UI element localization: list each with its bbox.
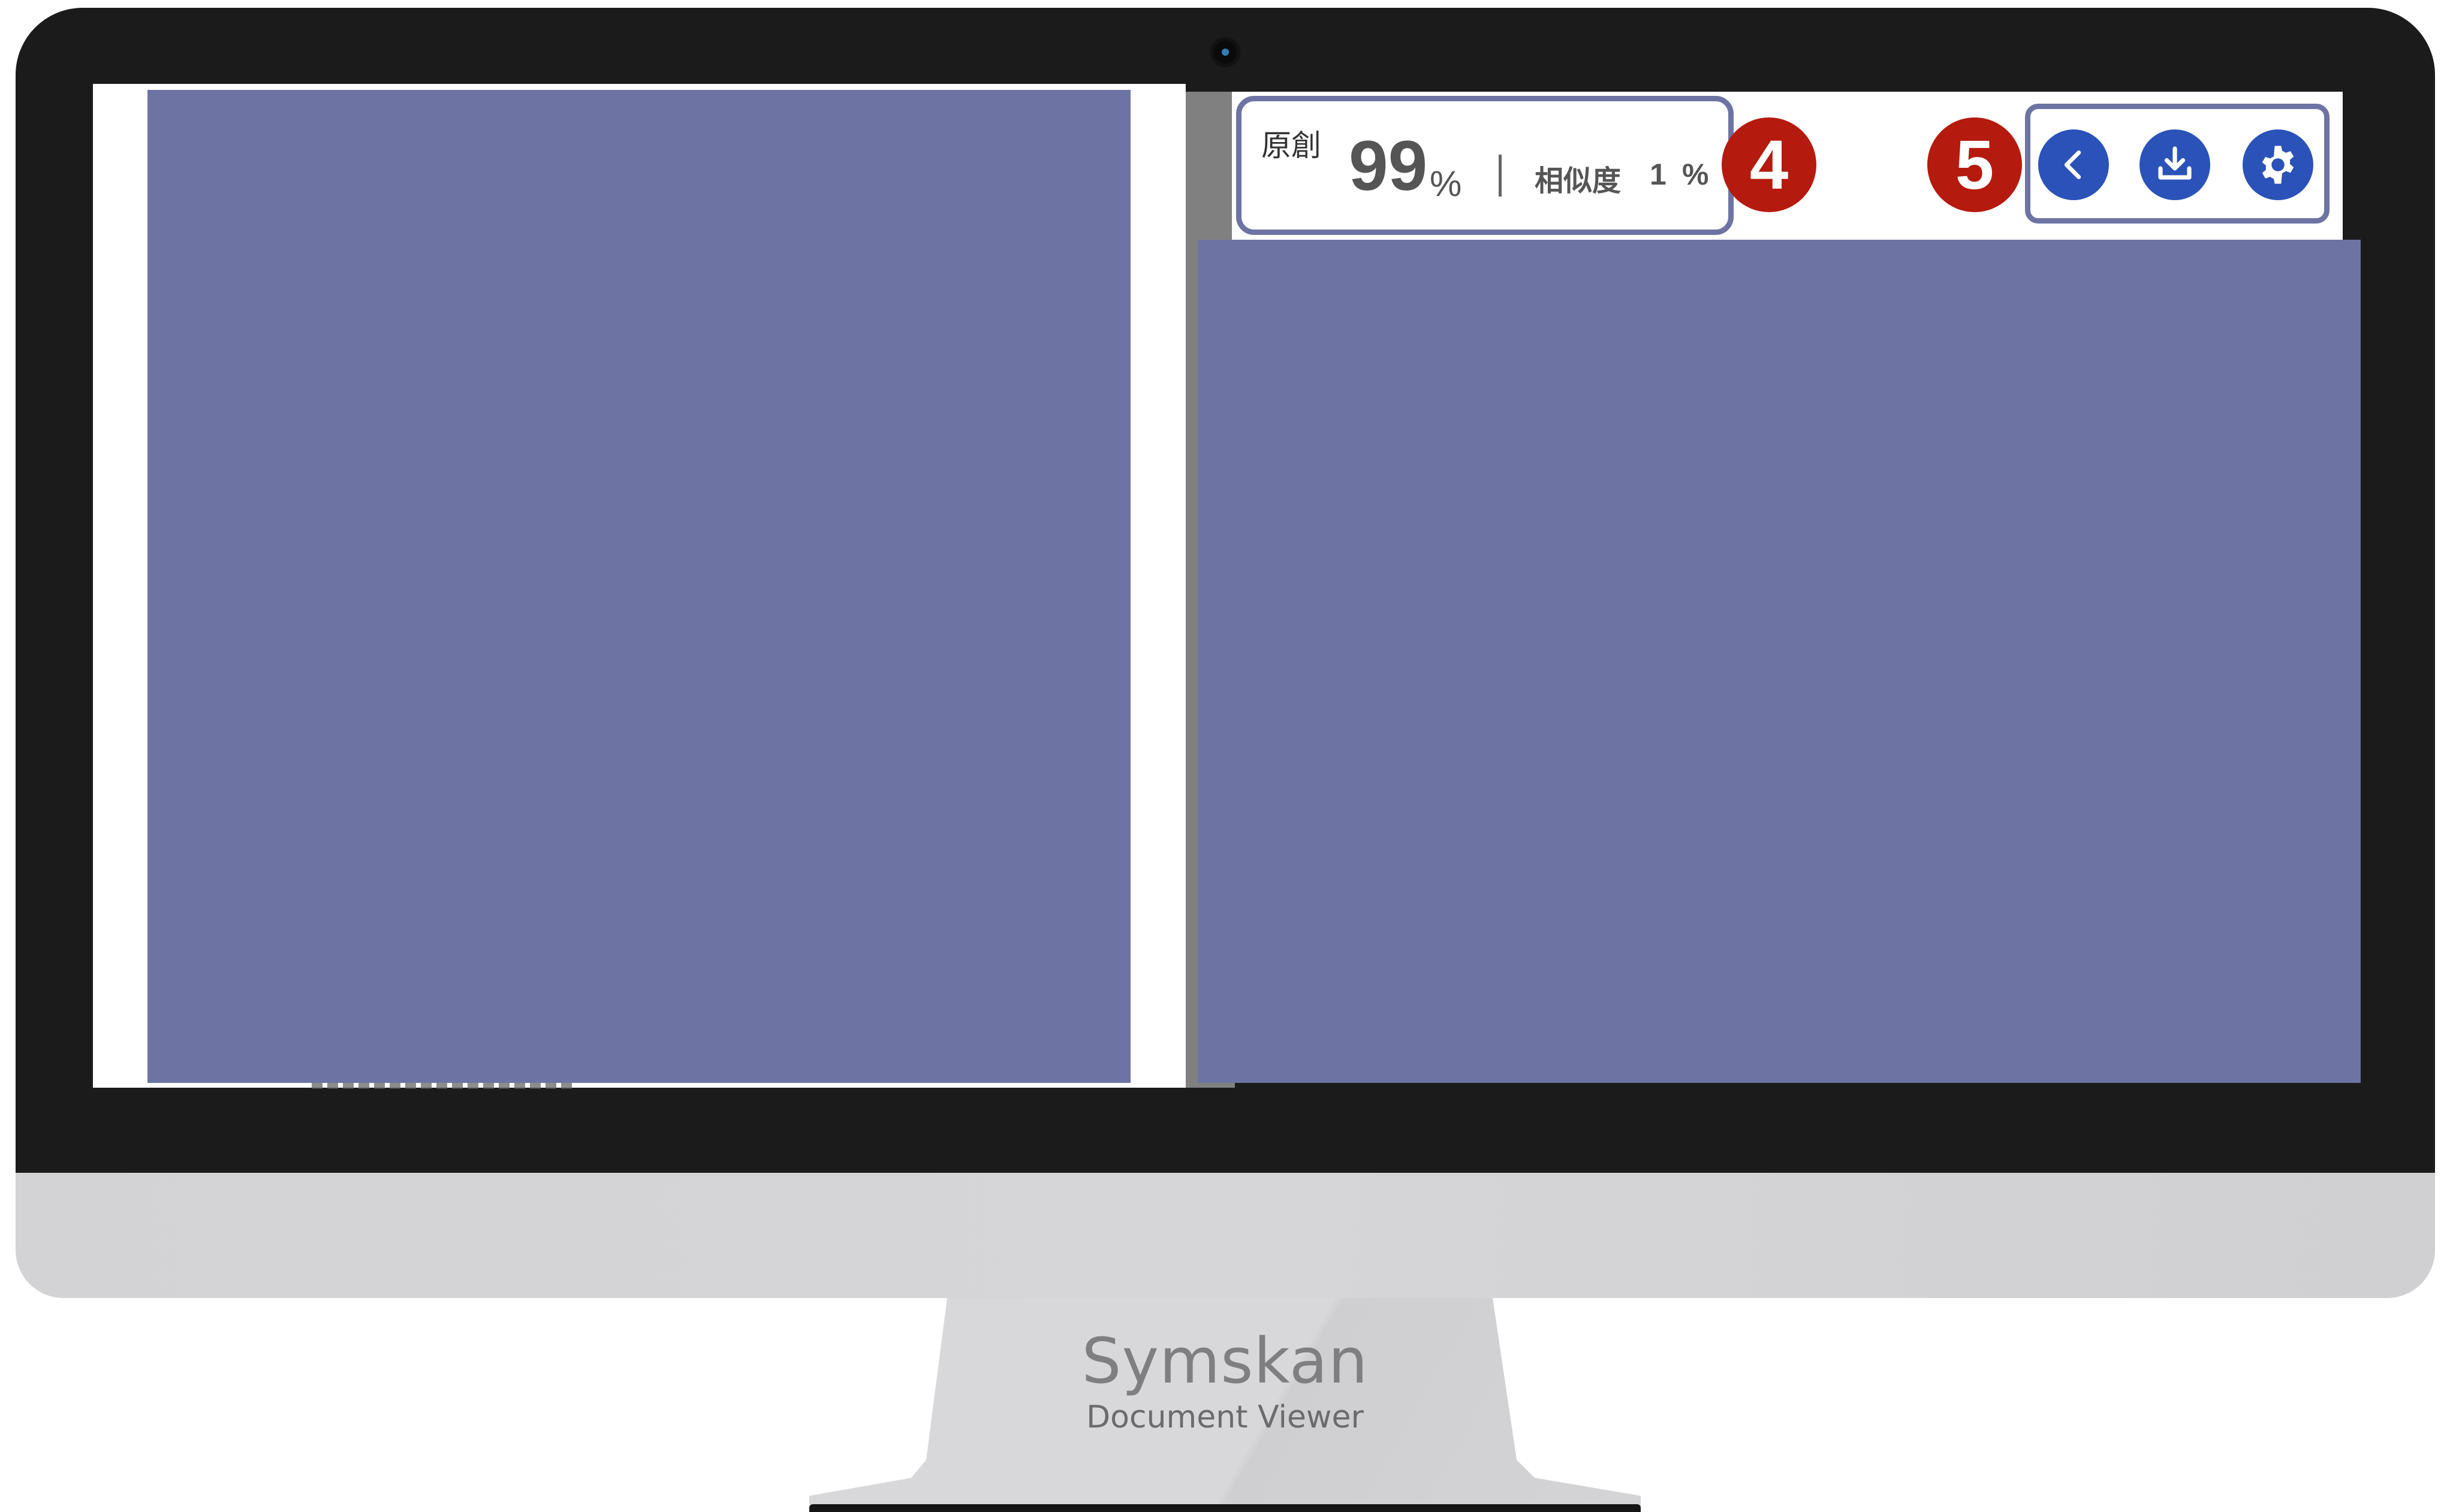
gear-icon — [2262, 146, 2294, 184]
callout-badge-5: 5 — [1927, 117, 2022, 212]
download-icon — [2158, 146, 2192, 180]
originality-value: 99 — [1349, 126, 1428, 206]
originality-label: 原創 — [1261, 128, 1321, 163]
score-divider — [1499, 155, 1502, 197]
left-document-placeholder[interactable] — [147, 90, 1131, 1083]
right-report-placeholder[interactable] — [1198, 240, 2361, 1083]
similarity-unit: % — [1682, 158, 1709, 191]
brand-subtitle: Document Viewer — [1086, 1399, 1364, 1435]
monitor-stand-base — [809, 1504, 1641, 1512]
left-page-footer-text — [312, 1083, 575, 1089]
similarity-value: 1 — [1650, 158, 1667, 191]
settings-button[interactable] — [2243, 129, 2313, 200]
originality-unit: % — [1430, 164, 1462, 204]
back-button[interactable] — [2038, 129, 2109, 200]
callout-badge-4: 4 — [1722, 117, 1816, 212]
chevron-left-icon — [2064, 150, 2081, 179]
monitor-chin — [16, 1173, 2435, 1298]
brand-name: Symskan — [1081, 1324, 1369, 1398]
camera-icon — [1214, 41, 1237, 64]
download-button[interactable] — [2139, 129, 2210, 200]
similarity-label: 相似度 — [1535, 164, 1622, 198]
